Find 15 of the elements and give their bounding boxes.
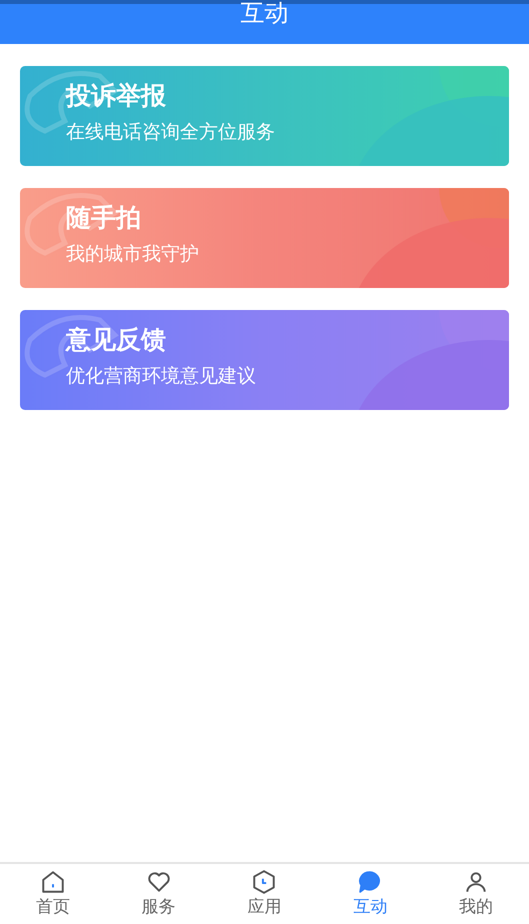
service-card[interactable]: 意见反馈 优化营商环境意见建议 — [20, 310, 509, 410]
hexagon-clock-icon — [251, 869, 278, 895]
card-subtitle: 我的城市我守护 — [66, 243, 200, 267]
card-title: 随手拍 — [66, 203, 142, 234]
nav-tab[interactable]: 应用 — [212, 864, 318, 924]
nav-tab[interactable]: 我的 — [423, 864, 529, 924]
nav-tab[interactable]: 互动 — [317, 864, 424, 924]
card-subtitle: 在线电话咨询全方位服务 — [66, 121, 276, 145]
card-title: 投诉举报 — [66, 81, 167, 112]
card-subtitle: 优化营商环境意见建议 — [66, 365, 257, 389]
nav-tab[interactable]: 服务 — [106, 864, 212, 924]
card-title: 意见反馈 — [66, 325, 167, 356]
home-icon — [40, 869, 66, 895]
nav-tab[interactable]: 首页 — [0, 864, 106, 924]
page-title: 互动 — [240, 4, 288, 29]
